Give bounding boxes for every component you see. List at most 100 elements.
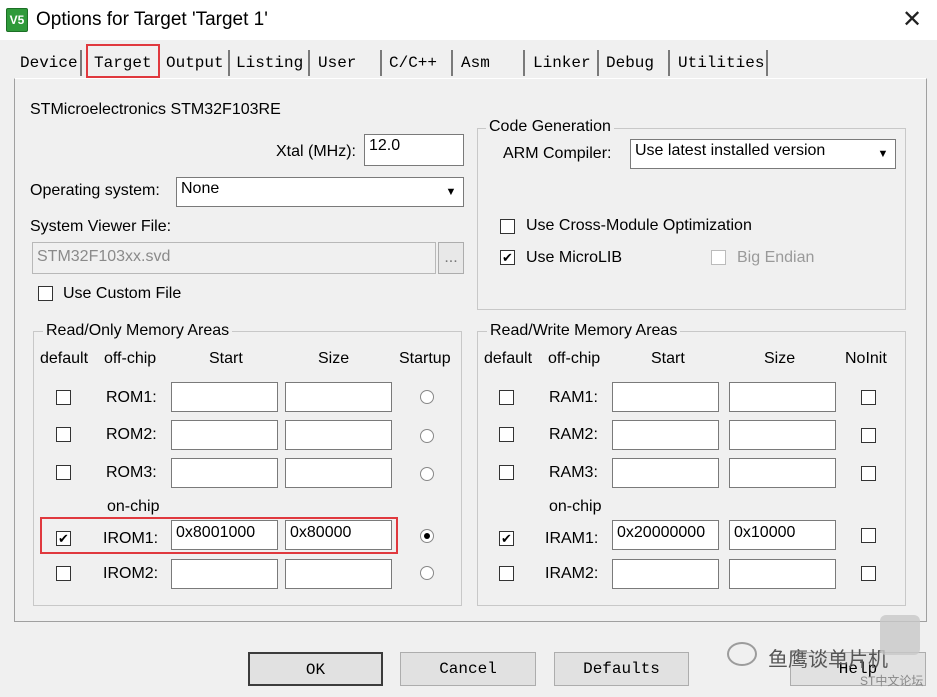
rom-onchip-label: on-chip	[107, 498, 160, 515]
rom3-label: ROM3:	[106, 464, 157, 481]
xtal-input[interactable]: 12.0	[364, 134, 464, 166]
watermark-forum: ST中文论坛	[860, 674, 924, 688]
iram2-label: IRAM2:	[545, 565, 599, 582]
big-endian-checkbox[interactable]	[711, 250, 726, 265]
ram2-noinit-checkbox[interactable]	[861, 428, 876, 443]
rom-header-start: Start	[209, 350, 243, 367]
ram2-size-input[interactable]	[729, 420, 836, 450]
rom3-startup-radio[interactable]	[420, 467, 434, 481]
rom3-size-input[interactable]	[285, 458, 392, 488]
iram1-label: IRAM1:	[545, 530, 599, 547]
ram3-size-input[interactable]	[729, 458, 836, 488]
tab-output[interactable]: Output	[160, 50, 230, 76]
keil-app-icon: V5	[6, 8, 28, 32]
cross-module-checkbox[interactable]	[500, 219, 515, 234]
ram1-label: RAM1:	[549, 389, 598, 406]
os-label: Operating system:	[30, 182, 160, 199]
watermark-channel: 鱼鹰谈单片机	[768, 649, 888, 671]
ram3-start-input[interactable]	[612, 458, 719, 488]
forum-logo-icon	[880, 615, 920, 655]
iram1-start-input[interactable]: 0x20000000	[612, 520, 719, 550]
iram2-checkbox[interactable]	[499, 566, 514, 581]
iram2-noinit-checkbox[interactable]	[861, 566, 876, 581]
close-icon[interactable]: ✕	[896, 6, 928, 34]
ram-header-noinit: NoInit	[845, 350, 887, 367]
defaults-button[interactable]: Defaults	[554, 652, 689, 686]
ram-header-default: default	[484, 350, 533, 367]
tab-device[interactable]: Device	[14, 50, 82, 76]
tab-utilities[interactable]: Utilities	[672, 50, 768, 76]
ram3-checkbox[interactable]	[499, 465, 514, 480]
tab-user[interactable]: User	[312, 50, 382, 76]
tab-listing[interactable]: Listing	[230, 50, 310, 76]
iram1-size-input[interactable]: 0x10000	[729, 520, 836, 550]
irom2-checkbox[interactable]	[56, 566, 71, 581]
ram1-noinit-checkbox[interactable]	[861, 390, 876, 405]
iram2-size-input[interactable]	[729, 559, 836, 589]
rom3-start-input[interactable]	[171, 458, 278, 488]
rom2-size-input[interactable]	[285, 420, 392, 450]
use-custom-file-checkbox[interactable]	[38, 286, 53, 301]
rom-header-size: Size	[318, 350, 350, 367]
chevron-down-icon[interactable]: ▼	[873, 142, 893, 166]
ram-header-offchip: off-chip	[548, 350, 601, 367]
ram3-noinit-checkbox[interactable]	[861, 466, 876, 481]
irom2-start-input[interactable]	[171, 559, 278, 589]
iram2-start-input[interactable]	[612, 559, 719, 589]
code-generation-title: Code Generation	[486, 118, 614, 136]
ok-button[interactable]: OK	[248, 652, 383, 686]
rom2-label: ROM2:	[106, 426, 157, 443]
os-select[interactable]: None ▼	[176, 177, 464, 207]
irom2-size-input[interactable]	[285, 559, 392, 589]
arm-compiler-select[interactable]: Use latest installed version ▼	[630, 139, 896, 169]
svf-label: System Viewer File:	[30, 218, 172, 235]
irom1-startup-radio[interactable]	[420, 529, 434, 543]
tab-c-cpp[interactable]: C/C++	[383, 50, 453, 76]
ram3-label: RAM3:	[549, 464, 598, 481]
rom1-size-input[interactable]	[285, 382, 392, 412]
rom2-checkbox[interactable]	[56, 427, 71, 442]
window-title: Options for Target 'Target 1'	[36, 9, 268, 30]
big-endian-label: Big Endian	[737, 249, 815, 266]
rom-header-offchip: off-chip	[104, 350, 157, 367]
cross-module-label: Use Cross-Module Optimization	[526, 217, 752, 234]
device-name: STMicroelectronics STM32F103RE	[30, 101, 281, 118]
ram1-checkbox[interactable]	[499, 390, 514, 405]
arm-compiler-value: Use latest installed version	[635, 142, 826, 159]
rom1-startup-radio[interactable]	[420, 390, 434, 404]
rom3-checkbox[interactable]	[56, 465, 71, 480]
tab-target-highlight	[86, 44, 160, 78]
ram-group-title: Read/Write Memory Areas	[487, 322, 681, 340]
ram1-size-input[interactable]	[729, 382, 836, 412]
microlib-label: Use MicroLIB	[526, 249, 623, 266]
microlib-checkbox[interactable]: ✔	[500, 250, 515, 265]
tab-debug[interactable]: Debug	[600, 50, 670, 76]
rom1-checkbox[interactable]	[56, 390, 71, 405]
rom1-start-input[interactable]	[171, 382, 278, 412]
rom1-label: ROM1:	[106, 389, 157, 406]
ram-header-start: Start	[651, 350, 685, 367]
tab-linker[interactable]: Linker	[527, 50, 599, 76]
tab-asm[interactable]: Asm	[455, 50, 525, 76]
rom-group-title: Read/Only Memory Areas	[43, 322, 233, 340]
iram1-noinit-checkbox[interactable]	[861, 528, 876, 543]
cancel-button[interactable]: Cancel	[400, 652, 536, 686]
chevron-down-icon[interactable]: ▼	[441, 180, 461, 204]
rom2-startup-radio[interactable]	[420, 429, 434, 443]
ram2-label: RAM2:	[549, 426, 598, 443]
ram-onchip-label: on-chip	[549, 498, 602, 515]
svf-input[interactable]: STM32F103xx.svd	[32, 242, 436, 274]
ram2-start-input[interactable]	[612, 420, 719, 450]
wechat-icon	[727, 642, 757, 666]
iram1-checkbox[interactable]: ✔	[499, 531, 514, 546]
rom2-start-input[interactable]	[171, 420, 278, 450]
svf-browse-button[interactable]: ...	[438, 242, 464, 274]
irom2-label: IROM2:	[103, 565, 159, 582]
ram1-start-input[interactable]	[612, 382, 719, 412]
ram2-checkbox[interactable]	[499, 427, 514, 442]
irom2-startup-radio[interactable]	[420, 566, 434, 580]
irom1-highlight	[40, 517, 398, 554]
rom-header-startup: Startup	[399, 350, 451, 367]
arm-compiler-label: ARM Compiler:	[503, 145, 612, 162]
xtal-label: Xtal (MHz):	[276, 143, 356, 160]
